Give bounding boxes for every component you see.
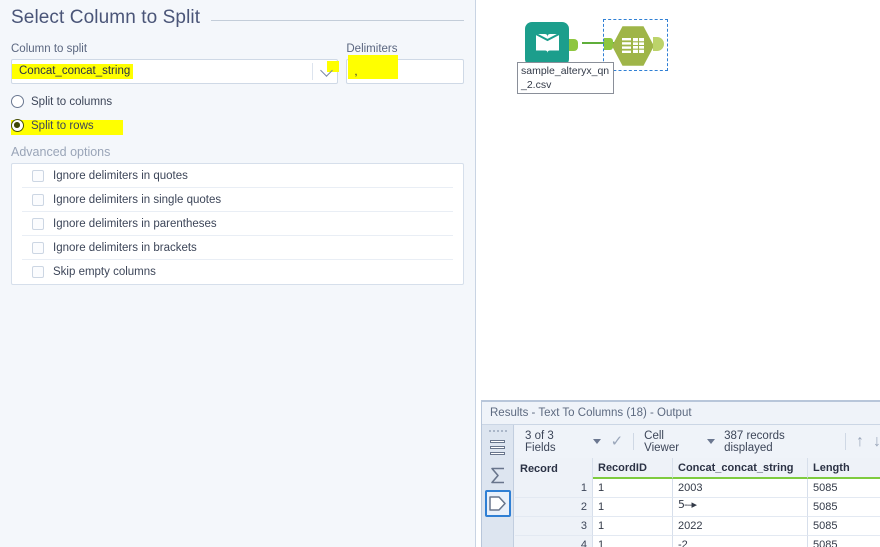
checkbox-label: Ignore delimiters in brackets <box>53 241 197 254</box>
table-header-row: Record RecordID Concat_concat_string Len… <box>515 458 880 479</box>
node-body <box>612 25 654 67</box>
delimiters-label: Delimiters <box>346 43 398 55</box>
section-header: Select Column to Split <box>11 0 464 31</box>
radio-split-to-rows[interactable]: Split to rows <box>11 119 123 135</box>
results-table[interactable]: Record RecordID Concat_concat_string Len… <box>515 458 880 547</box>
results-toolbar: 3 of 3 Fields ✓ Cell Viewer 387 records … <box>515 425 880 458</box>
cell-length: 5085 <box>808 479 880 498</box>
checkmark-icon[interactable]: ✓ <box>611 434 624 449</box>
cell-length: 5085 <box>808 517 880 536</box>
advanced-options-box: Ignore delimiters in quotes Ignore delim… <box>11 163 464 285</box>
table-grid-icon <box>612 26 654 66</box>
input-data-node[interactable] <box>525 22 578 66</box>
checkbox-row[interactable]: Ignore delimiters in brackets <box>22 236 453 260</box>
column-to-split-value: Concat_concat_string <box>12 63 134 80</box>
checkbox-label: Skip empty columns <box>53 266 156 278</box>
cell-record: 3 <box>515 517 593 536</box>
sigma-glyph <box>490 467 504 484</box>
viewer-selector[interactable]: Cell Viewer <box>644 429 716 454</box>
checkbox-icon[interactable] <box>32 266 44 278</box>
cell-recordid: 1 <box>593 536 673 547</box>
cell-record: 4 <box>515 536 593 547</box>
cell-concat: -2 <box>673 536 808 547</box>
checkbox-label: Ignore delimiters in parentheses <box>53 217 217 230</box>
checkbox-label: Ignore delimiters in quotes <box>53 169 188 182</box>
checkbox-icon[interactable] <box>32 217 44 230</box>
workflow-canvas[interactable]: sample_alteryx_qn_2.csv <box>477 0 880 400</box>
arrow-up-icon[interactable]: ↑ <box>856 433 864 450</box>
column-header-length[interactable]: Length <box>808 458 880 479</box>
output-anchor-glyph <box>489 496 506 511</box>
field-row: Column to split Concat_concat_string Del… <box>11 43 464 84</box>
tool-configuration-panel: Select Column to Split Column to split C… <box>0 0 476 547</box>
cell-recordid: 1 <box>593 498 673 517</box>
cell-concat: 2022 <box>673 517 808 536</box>
radio-split-to-columns[interactable]: Split to columns <box>11 95 112 108</box>
checkbox-label: Ignore delimiters in single quotes <box>53 193 222 206</box>
results-left-rail <box>482 425 514 547</box>
toolbar-divider <box>845 433 846 450</box>
checkbox-icon[interactable] <box>32 241 44 254</box>
advanced-options-title: Advanced options <box>11 145 111 159</box>
sigma-summary-icon[interactable] <box>485 462 511 489</box>
open-book-icon <box>525 22 569 66</box>
chevron-down-icon[interactable] <box>707 439 716 444</box>
table-grid-glyph <box>622 37 644 53</box>
radio-icon-unselected <box>11 95 24 108</box>
cell-concat: 5-–▸ <box>673 498 808 517</box>
fields-selector[interactable]: 3 of 3 Fields <box>525 430 601 454</box>
cell-record: 2 <box>515 498 593 517</box>
table-row[interactable]: 2 1 5-–▸ 5085 <box>515 498 880 517</box>
open-book-glyph <box>535 32 559 53</box>
output-anchor[interactable] <box>569 39 578 51</box>
toolbar-divider <box>633 433 635 450</box>
records-displayed-label: 387 records displayed <box>724 429 785 454</box>
output-anchor[interactable] <box>653 37 664 51</box>
table-row[interactable]: 1 1 2003 5085 <box>515 479 880 498</box>
radio-split-to-columns-label: Split to columns <box>31 95 113 108</box>
cell-length: 5085 <box>808 536 880 547</box>
table-list-icon[interactable] <box>485 434 511 461</box>
checkbox-row[interactable]: Ignore delimiters in parentheses <box>22 212 453 236</box>
column-to-split-select[interactable]: Concat_concat_string <box>11 59 340 84</box>
application-window: Select Column to Split Column to split C… <box>0 0 880 547</box>
arrow-down-icon[interactable]: ↓ <box>873 433 880 450</box>
column-to-split-label: Column to split <box>11 43 88 55</box>
checkbox-row[interactable]: Ignore delimiters in single quotes <box>22 188 453 212</box>
cell-recordid: 1 <box>593 517 673 536</box>
column-header-concat[interactable]: Concat_concat_string <box>673 458 808 479</box>
delimiters-value: , <box>354 65 358 78</box>
radio-split-to-rows-label: Split to rows <box>31 119 94 132</box>
drag-grip-icon[interactable] <box>488 428 507 433</box>
checkbox-row[interactable]: Ignore delimiters in quotes <box>22 164 453 188</box>
column-header-record[interactable]: Record <box>515 458 593 479</box>
cell-concat: 2003 <box>673 479 808 498</box>
output-anchor-icon[interactable] <box>484 490 511 517</box>
fields-label: 3 of 3 Fields <box>525 429 556 454</box>
checkbox-icon[interactable] <box>32 193 44 206</box>
chevron-down-icon[interactable] <box>592 439 601 444</box>
select-divider <box>312 63 314 80</box>
node-label: sample_alteryx_qn_2.csv <box>517 62 614 94</box>
table-row[interactable]: 3 1 2022 5085 <box>515 517 880 536</box>
results-panel: Results - Text To Columns (18) - Output <box>481 400 880 547</box>
column-header-recordid[interactable]: RecordID <box>593 458 673 479</box>
results-body: 3 of 3 Fields ✓ Cell Viewer 387 records … <box>482 425 880 547</box>
viewer-label: Cell Viewer <box>644 429 680 454</box>
radio-icon-selected <box>11 119 24 132</box>
page-title: Select Column to Split <box>11 7 201 28</box>
table-row[interactable]: 4 1 -2 5085 <box>515 536 880 547</box>
delimiters-input[interactable]: , <box>346 55 464 84</box>
cell-length: 5085 <box>808 498 880 517</box>
checkbox-row[interactable]: Skip empty columns <box>22 260 453 284</box>
header-rule <box>211 19 464 21</box>
cell-record: 1 <box>515 479 593 498</box>
checkbox-icon[interactable] <box>32 169 44 182</box>
cell-recordid: 1 <box>593 479 673 498</box>
results-title: Results - Text To Columns (18) - Output <box>482 402 880 425</box>
